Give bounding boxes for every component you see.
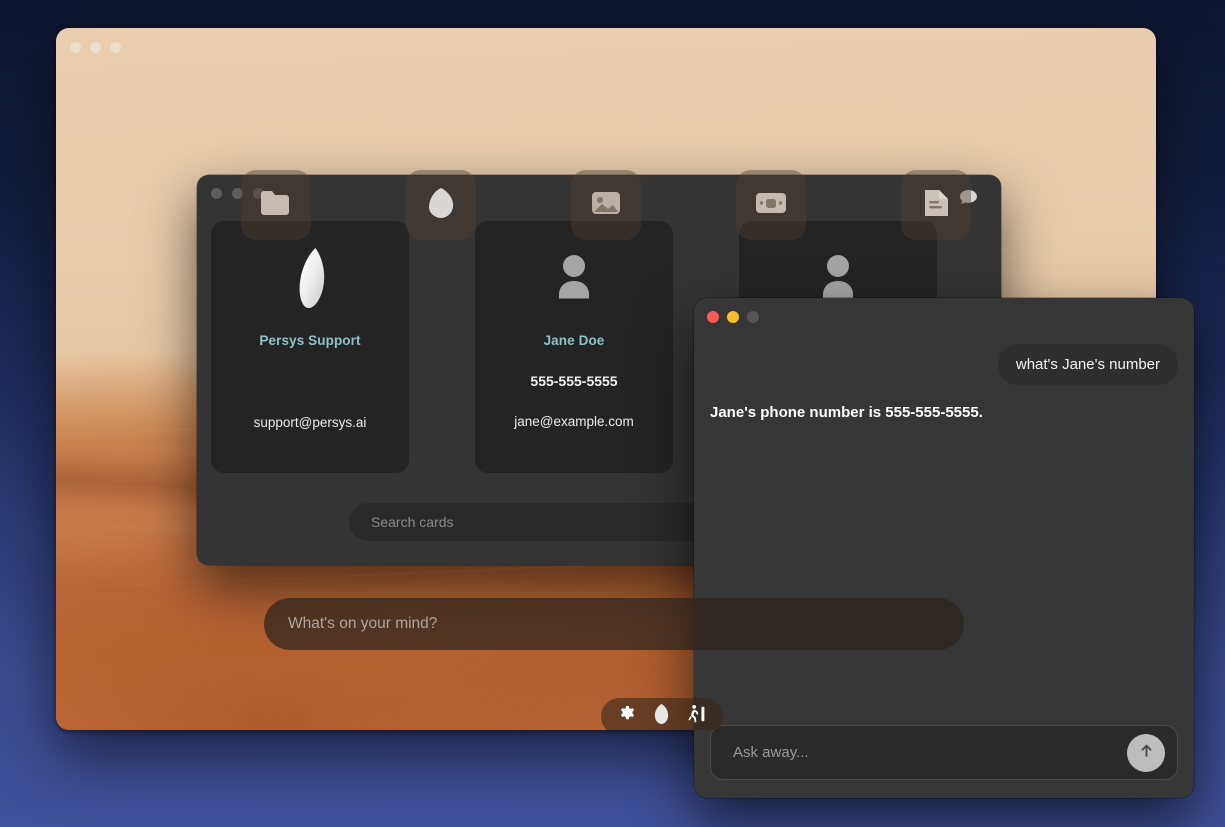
chat-bubble-assistant: Jane's phone number is 555-555-5555. — [710, 404, 983, 421]
arrow-up-icon — [1137, 741, 1156, 765]
zoom-dot[interactable] — [110, 42, 121, 53]
chat-message-list: what's Jane's number Jane's phone number… — [694, 338, 1194, 725]
desktop-prompt-placeholder: What's on your mind? — [288, 615, 438, 632]
contact-card[interactable]: Jane Doe 555-555-5555 jane@example.com — [475, 221, 673, 473]
photo-icon — [590, 189, 622, 222]
chat-message-user: what's Jane's number — [710, 344, 1178, 385]
send-button[interactable] — [1127, 733, 1165, 772]
contact-card[interactable]: Persys Support support@persys.ai — [211, 221, 409, 473]
search-placeholder: Search cards — [371, 514, 454, 530]
chat-traffic-lights[interactable] — [707, 311, 759, 323]
chat-bubble-user: what's Jane's number — [997, 344, 1178, 385]
minimize-dot[interactable] — [727, 311, 739, 323]
wallet-icon — [754, 191, 788, 220]
close-dot[interactable] — [707, 311, 719, 323]
desktop-prompt-bar[interactable]: What's on your mind? — [264, 598, 964, 650]
zoom-dot[interactable] — [747, 311, 759, 323]
chat-input[interactable]: Ask away... — [710, 725, 1178, 780]
person-icon — [552, 247, 596, 309]
persys-leaf-logo — [294, 247, 327, 309]
card-name: Persys Support — [259, 333, 361, 348]
app-icon-folder[interactable] — [241, 170, 311, 240]
card-email: support@persys.ai — [253, 415, 367, 430]
persys-leaf-icon[interactable] — [654, 703, 669, 730]
chat-window: what's Jane's number Jane's phone number… — [694, 298, 1194, 798]
app-icon-photo[interactable] — [571, 170, 641, 240]
app-icon-document[interactable] — [901, 170, 971, 240]
folder-icon — [259, 188, 293, 223]
card-name: Jane Doe — [543, 333, 605, 348]
minimize-dot[interactable] — [90, 42, 101, 53]
chat-titlebar — [694, 298, 1194, 338]
chat-message-assistant: Jane's phone number is 555-555-5555. — [710, 403, 1178, 423]
desktop-traffic-lights[interactable] — [70, 42, 121, 53]
chat-input-placeholder: Ask away... — [733, 744, 809, 761]
close-dot[interactable] — [70, 42, 81, 53]
gear-icon[interactable] — [618, 705, 637, 729]
card-email: jane@example.com — [514, 414, 634, 429]
persys-leaf-icon — [425, 186, 457, 225]
app-icon-row — [56, 170, 1156, 240]
card-phone: 555-555-5555 — [530, 373, 618, 389]
app-icon-wallet[interactable] — [736, 170, 806, 240]
chat-input-wrap: Ask away... — [694, 725, 1194, 798]
document-icon — [921, 187, 951, 224]
app-icon-persys[interactable] — [406, 170, 476, 240]
desktop-dock — [601, 698, 723, 730]
exit-icon[interactable] — [686, 704, 706, 729]
